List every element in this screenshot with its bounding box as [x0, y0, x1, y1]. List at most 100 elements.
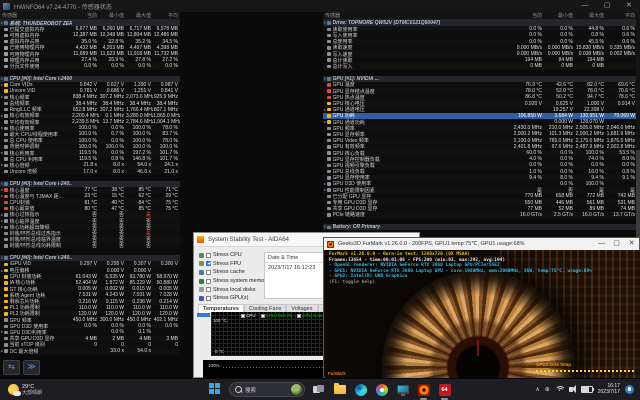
- taskbar-icon-photos[interactable]: [374, 382, 389, 397]
- checkbox[interactable]: [206, 279, 211, 284]
- sensor-value: 0: [153, 342, 180, 348]
- close-icon[interactable]: ✕: [624, 238, 639, 250]
- sensor-value: 0.216 W: [72, 299, 99, 305]
- sensor-value: 0.0 %: [544, 39, 575, 45]
- stress-option-stress-system-memory[interactable]: Stress system memory: [199, 277, 269, 286]
- legend-item[interactable]: CPU: [241, 313, 256, 318]
- weather-icon: [8, 384, 19, 395]
- gear-icon: [4, 157, 8, 161]
- sensor-value: 0.987 V: [153, 82, 180, 88]
- checkbox[interactable]: [206, 287, 211, 292]
- stress-option-stress-cache[interactable]: Stress cache: [199, 268, 269, 277]
- checkbox[interactable]: [206, 270, 211, 275]
- maximize-icon[interactable]: ▢: [596, 0, 618, 12]
- sensor-value: 46.0 x: [126, 169, 153, 175]
- sensor-row[interactable]: ▸Core VIDs0.842 V0.627 V1.390 V0.987 V: [0, 82, 180, 88]
- clock[interactable]: 16:17 2023/7/17: [598, 384, 620, 396]
- minimize-icon[interactable]: —: [594, 238, 609, 250]
- tray-crosshair-icon[interactable]: ⊕: [545, 386, 550, 393]
- stress-option-label: Stress FPU: [213, 261, 241, 267]
- taskbar-icon-file-explorer[interactable]: [332, 382, 347, 397]
- sensor-value: 85 °C: [126, 187, 153, 193]
- hwinfo-titlebar[interactable]: HWiNFO64 v7.24-4770 - 传感器状态 — ▢ ✕: [0, 0, 640, 12]
- sensor-row[interactable]: 总计写入0 MB0 MB0 MB: [323, 63, 637, 69]
- search-box[interactable]: 搜索: [229, 382, 305, 397]
- gear-icon: [327, 207, 331, 211]
- gear-icon: [4, 232, 8, 236]
- sensor-value: 38.4 MHz: [153, 101, 180, 107]
- stress-option-stress-gpu-s-[interactable]: Stress GPU(s): [199, 294, 269, 303]
- furmark-window-title: Geeks3D FurMark v1.26.0.0 - 200FPS, GPU1…: [338, 241, 594, 247]
- stress-option-stress-local-disks[interactable]: Stress local disks: [199, 285, 269, 294]
- checkbox[interactable]: [297, 314, 301, 318]
- sensor-value: 17.0 x: [72, 169, 99, 175]
- hwinfo-toolbar: ⇆ ≫: [3, 360, 40, 375]
- checkbox[interactable]: [206, 261, 211, 266]
- fast-forward-button[interactable]: ≫: [23, 360, 40, 375]
- taskbar-icon-aida64[interactable]: [395, 382, 410, 397]
- legend-item[interactable]: CPU Core #1: [261, 313, 293, 318]
- sensor-value: 2,487.9 MHz: [575, 144, 606, 150]
- sensor-value: 765.0 MHz: [544, 138, 575, 144]
- sensor-value: 146.8 %: [126, 156, 153, 162]
- checkbox[interactable]: [241, 314, 245, 318]
- column-min[interactable]: 最小值: [544, 12, 575, 19]
- gear-icon: [4, 151, 8, 155]
- taskbar-icon-edge[interactable]: [353, 382, 368, 397]
- checkbox[interactable]: [261, 314, 265, 318]
- sensor-value: 106.850 W: [513, 113, 544, 119]
- sensor-value: 0.920 V: [513, 101, 544, 107]
- column-max[interactable]: 最大值: [126, 12, 153, 19]
- column-max[interactable]: 最大值: [575, 12, 606, 19]
- column-avg[interactable]: 平均: [153, 12, 180, 19]
- furmark-titlebar[interactable]: Geeks3D FurMark v1.26.0.0 - 200FPS, GPU1…: [324, 238, 639, 250]
- column-current[interactable]: 当前: [513, 12, 544, 19]
- sensor-row[interactable]: ▸OC 最大倍频33.0 x54.0 x: [0, 348, 180, 354]
- stress-option-stress-cpu[interactable]: Stress CPU: [199, 251, 269, 260]
- sensor-value: 1.251 V: [126, 88, 153, 94]
- close-icon[interactable]: ✕: [618, 0, 640, 12]
- sensor-row[interactable]: PCIe 链路速度16.0 GT/s2.5 GT/s16.0 GT/s13.7 …: [323, 212, 637, 218]
- sensor-value: 0.002 MB/s: [606, 51, 637, 57]
- column-sensor[interactable]: 传感器: [323, 12, 513, 19]
- battery-icon[interactable]: [581, 386, 593, 393]
- edge-icon: [355, 384, 367, 396]
- checkbox[interactable]: [206, 253, 211, 258]
- sensor-value: 0.0 %: [544, 156, 575, 162]
- taskbar-icon-task-view[interactable]: [311, 382, 326, 397]
- swap-columns-button[interactable]: ⇆: [3, 360, 20, 375]
- taskbar-icon-hwinfo64[interactable]: 64: [437, 382, 452, 397]
- column-sensor[interactable]: 传感器: [0, 12, 72, 19]
- sensor-table-header[interactable]: 传感器 当前 最小值 最大值 平均: [323, 12, 637, 20]
- start-button[interactable]: [208, 382, 223, 397]
- sensor-section-row[interactable]: ∨Battery: CR Primary: [323, 224, 637, 230]
- sensor-name: Core VIDs: [10, 82, 73, 88]
- sensor-value: 1,766.4 MHz: [126, 107, 153, 113]
- stress-option-label: Stress system memory: [213, 278, 269, 284]
- column-min[interactable]: 最小值: [99, 12, 126, 19]
- gear-icon: [327, 46, 331, 50]
- sensor-value: 101.7 %: [153, 156, 180, 162]
- sensor-row[interactable]: 分页文件使用0.0 %0.0 %0.0 %0.0 %: [0, 63, 180, 69]
- stress-option-stress-fpu[interactable]: Stress FPU: [199, 260, 269, 269]
- tray-chevron-icon[interactable]: ∧: [535, 386, 539, 393]
- sensor-value: 3.684 W: [544, 113, 575, 119]
- sensor-value: 15.830 MB/s: [575, 45, 606, 51]
- wifi-icon[interactable]: [555, 386, 564, 393]
- column-avg[interactable]: 平均: [606, 12, 637, 19]
- sensor-row[interactable]: Uncore 倍频17.0 x8.0 x46.0 x21.0 x: [0, 169, 180, 175]
- legend-label: CPU: [246, 313, 256, 318]
- stress-option-label: Stress CPU: [213, 252, 242, 258]
- sensor-value: 12,804 MB: [126, 32, 153, 38]
- sensor-value: 0.002 W: [99, 286, 126, 292]
- checkbox[interactable]: [206, 296, 211, 301]
- sensor-value: 69.6 °C: [606, 82, 637, 88]
- weather-widget[interactable]: 29°C 大部晴朗: [0, 384, 208, 396]
- maximize-icon[interactable]: ▢: [609, 238, 624, 250]
- notification-badge[interactable]: [625, 385, 634, 394]
- volume-icon[interactable]: [569, 387, 573, 392]
- minimize-icon[interactable]: —: [574, 0, 596, 12]
- column-current[interactable]: 当前: [72, 12, 99, 19]
- taskbar-icon-furmark[interactable]: [416, 382, 431, 397]
- taskbar-apps: 64: [311, 382, 452, 397]
